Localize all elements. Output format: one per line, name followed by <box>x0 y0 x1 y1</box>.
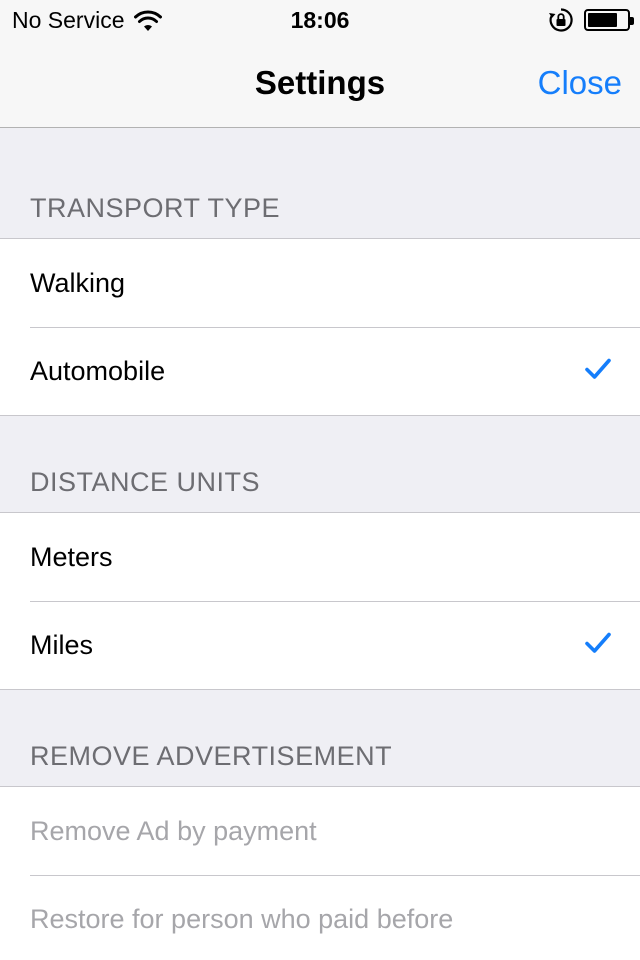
section-header-distance-units: DISTANCE UNITS <box>30 467 261 497</box>
rotation-lock-icon <box>549 8 573 32</box>
option-label: Remove Ad by payment <box>30 815 317 846</box>
status-right <box>548 7 634 33</box>
transport-type-group: Walking Automobile <box>0 238 640 416</box>
option-label: Restore for person who paid before <box>30 903 454 934</box>
battery-tip <box>630 17 634 25</box>
remove-advertisement-group: Remove Ad by payment Restore for person … <box>0 786 640 960</box>
settings-list: TRANSPORT TYPE Walking Automobile DISTAN… <box>0 129 640 960</box>
option-miles[interactable]: Miles <box>0 601 640 689</box>
option-label: Meters <box>30 541 113 572</box>
section-header-remove-advertisement: REMOVE ADVERTISEMENT <box>30 741 393 771</box>
option-label: Miles <box>30 629 94 660</box>
battery-icon <box>584 9 634 31</box>
section-header-transport-type: TRANSPORT TYPE <box>30 193 281 223</box>
battery-fill <box>588 13 617 27</box>
settings-screen: No Service 18:06 Settings Close TRANSPOR… <box>0 0 640 960</box>
close-button[interactable]: Close <box>538 64 622 102</box>
checkmark-icon <box>585 358 611 379</box>
distance-units-group: Meters Miles <box>0 512 640 690</box>
status-bar: No Service 18:06 <box>0 0 640 40</box>
restore-purchase-button[interactable]: Restore for person who paid before <box>0 875 640 960</box>
remove-ad-by-payment-button[interactable]: Remove Ad by payment <box>0 787 640 875</box>
option-walking[interactable]: Walking <box>0 239 640 327</box>
option-automobile[interactable]: Automobile <box>0 327 640 415</box>
navigation-bar: Settings Close <box>0 40 640 128</box>
option-meters[interactable]: Meters <box>0 513 640 601</box>
option-label: Automobile <box>30 355 166 386</box>
status-time: 18:06 <box>290 7 350 33</box>
option-label: Walking <box>30 267 126 298</box>
checkmark-icon <box>585 632 611 653</box>
